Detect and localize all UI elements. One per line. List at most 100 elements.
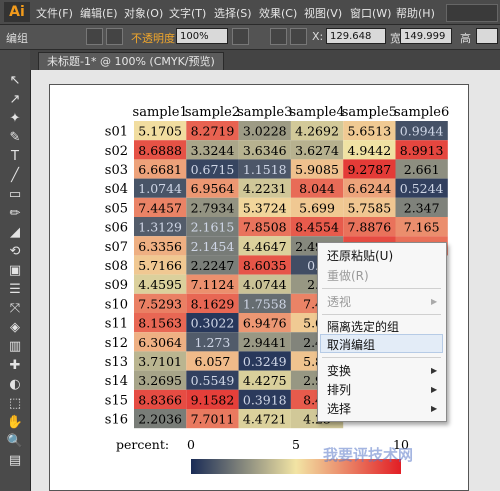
w-field[interactable]: 149.999: [400, 28, 452, 44]
menu-effect[interactable]: 效果(C): [259, 5, 297, 21]
row-label: s05: [105, 201, 128, 216]
row-label: s09: [105, 278, 128, 293]
cell-value: 8.1629: [191, 296, 235, 311]
cell-value: 5.1705: [138, 124, 182, 139]
menu-view[interactable]: 视图(V): [304, 5, 342, 21]
column-label: sample3: [237, 105, 292, 120]
cell-value: 2.1454: [191, 239, 235, 254]
ctx-select[interactable]: 选择: [327, 400, 351, 417]
document-tab-bar: 未标题-1* @ 100% (CMYK/预览): [30, 50, 500, 71]
column-label: sample1: [133, 105, 188, 120]
ctx-arrange[interactable]: 排列: [327, 381, 351, 398]
tool-14-icon[interactable]: ▥: [5, 338, 25, 356]
cell-value: 4.9442: [347, 143, 391, 158]
ctx-ungroup[interactable]: 取消编组: [327, 336, 375, 353]
menu-help[interactable]: 帮助(H): [396, 5, 435, 21]
column-label: sample5: [342, 105, 397, 120]
row-label: s16: [105, 413, 128, 428]
cell-value: 5.7585: [347, 200, 391, 215]
x-field[interactable]: 129.648: [326, 28, 386, 44]
cell-value: 5.9085: [295, 162, 339, 177]
cell-value: 2.9441: [243, 335, 287, 350]
isolate-group-icon[interactable]: [86, 28, 103, 45]
tool-4-icon[interactable]: T: [5, 148, 25, 166]
tool-3-icon[interactable]: ✎: [5, 129, 25, 147]
ctx-perspective[interactable]: 透视: [327, 293, 351, 310]
cell-value: 5.699: [299, 200, 335, 215]
ctx-undo-paste[interactable]: 还原粘贴(U): [327, 247, 393, 264]
cell-value: 3.2695: [138, 373, 182, 388]
menu-select[interactable]: 选择(S): [214, 5, 252, 21]
transform-icon[interactable]: [290, 28, 307, 45]
cell-value: 7.1124: [191, 277, 235, 292]
cell-value: 7.5293: [138, 296, 182, 311]
tool-8-icon[interactable]: ◢: [5, 224, 25, 242]
cell-value: 6.6244: [347, 181, 391, 196]
tool-0-icon[interactable]: ↖: [5, 72, 25, 90]
tool-16-icon[interactable]: ◐: [5, 376, 25, 394]
tool-10-icon[interactable]: ▣: [5, 262, 25, 280]
cell-value: 4.2692: [295, 124, 339, 139]
menu-file[interactable]: 文件(F): [36, 5, 73, 21]
cell-value: 4.4647: [243, 239, 287, 254]
cell-value: 3.6346: [243, 143, 287, 158]
row-label: s11: [105, 317, 128, 332]
row-label: s04: [105, 182, 128, 197]
ctx-separator: [322, 314, 441, 315]
menu-object[interactable]: 对象(O): [124, 5, 163, 21]
tool-6-icon[interactable]: ▭: [5, 186, 25, 204]
opacity-field[interactable]: 100%: [176, 28, 228, 44]
tool-1-icon[interactable]: ↗: [5, 91, 25, 109]
ctx-isolate-group[interactable]: 隔离选定的组: [327, 318, 399, 335]
opacity-dropdown-icon[interactable]: [232, 28, 249, 45]
column-label: sample4: [289, 105, 344, 120]
row-label: s14: [105, 374, 128, 389]
recolor-icon[interactable]: [106, 28, 123, 45]
cell-value: 4.4595: [138, 277, 182, 292]
align-icon[interactable]: [270, 28, 287, 45]
cell-value: 0.5549: [191, 373, 235, 388]
row-label: s13: [105, 355, 128, 370]
menu-window[interactable]: 窗口(W): [350, 5, 391, 21]
ctx-redo[interactable]: 重做(R): [327, 267, 369, 284]
tool-12-icon[interactable]: ⤧: [5, 300, 25, 318]
tool-9-icon[interactable]: ⟲: [5, 243, 25, 261]
menu-edit[interactable]: 编辑(E): [80, 5, 118, 21]
document-tab[interactable]: 未标题-1* @ 100% (CMYK/预览): [38, 52, 224, 71]
cell-value: 5.3724: [243, 200, 287, 215]
watermark: 我要评技术网: [323, 446, 414, 464]
tool-11-icon[interactable]: ☰: [5, 281, 25, 299]
row-label: s06: [105, 221, 128, 236]
row-label: s10: [105, 297, 128, 312]
tool-18-icon[interactable]: ✋: [5, 414, 25, 432]
tool-13-icon[interactable]: ◈: [5, 319, 25, 337]
workspace-switcher[interactable]: [446, 4, 498, 22]
tool-2-icon[interactable]: ✦: [5, 110, 25, 128]
cell-value: 2.1615: [191, 220, 235, 235]
tool-15-icon[interactable]: ✚: [5, 357, 25, 375]
context-menu: 还原粘贴(U) 重做(R) 透视 ▶ 隔离选定的组 取消编组 变换 ▶ 排列 ▶…: [317, 242, 447, 422]
cell-value: 7.4457: [138, 200, 182, 215]
cell-value: 8.8366: [138, 392, 182, 407]
cell-value: 6.3064: [138, 335, 182, 350]
cell-value: 3.6274: [295, 143, 339, 158]
cell-value: 8.6888: [138, 143, 182, 158]
tool-7-icon[interactable]: ✏: [5, 205, 25, 223]
ctx-transform[interactable]: 变换: [327, 362, 351, 379]
h-field[interactable]: [476, 28, 498, 44]
cell-value: 0.3918: [243, 392, 287, 407]
menu-type[interactable]: 文字(T): [169, 5, 206, 21]
cell-value: 1.3129: [138, 220, 182, 235]
opacity-label[interactable]: 不透明度: [131, 30, 175, 46]
cell-value: 5.6513: [347, 124, 391, 139]
legend-tick: 0: [187, 437, 195, 452]
tool-19-icon[interactable]: 🔍: [5, 433, 25, 451]
tool-17-icon[interactable]: ⬚: [5, 395, 25, 413]
cell-value: 0.9944: [400, 124, 444, 139]
tool-5-icon[interactable]: ╱: [5, 167, 25, 185]
cell-value: 1.0744: [138, 181, 182, 196]
cell-value: 4.4721: [243, 412, 287, 427]
cell-value: 4.0744: [243, 277, 287, 292]
tool-20-icon[interactable]: ▤: [5, 452, 25, 470]
row-label: s01: [105, 125, 128, 140]
